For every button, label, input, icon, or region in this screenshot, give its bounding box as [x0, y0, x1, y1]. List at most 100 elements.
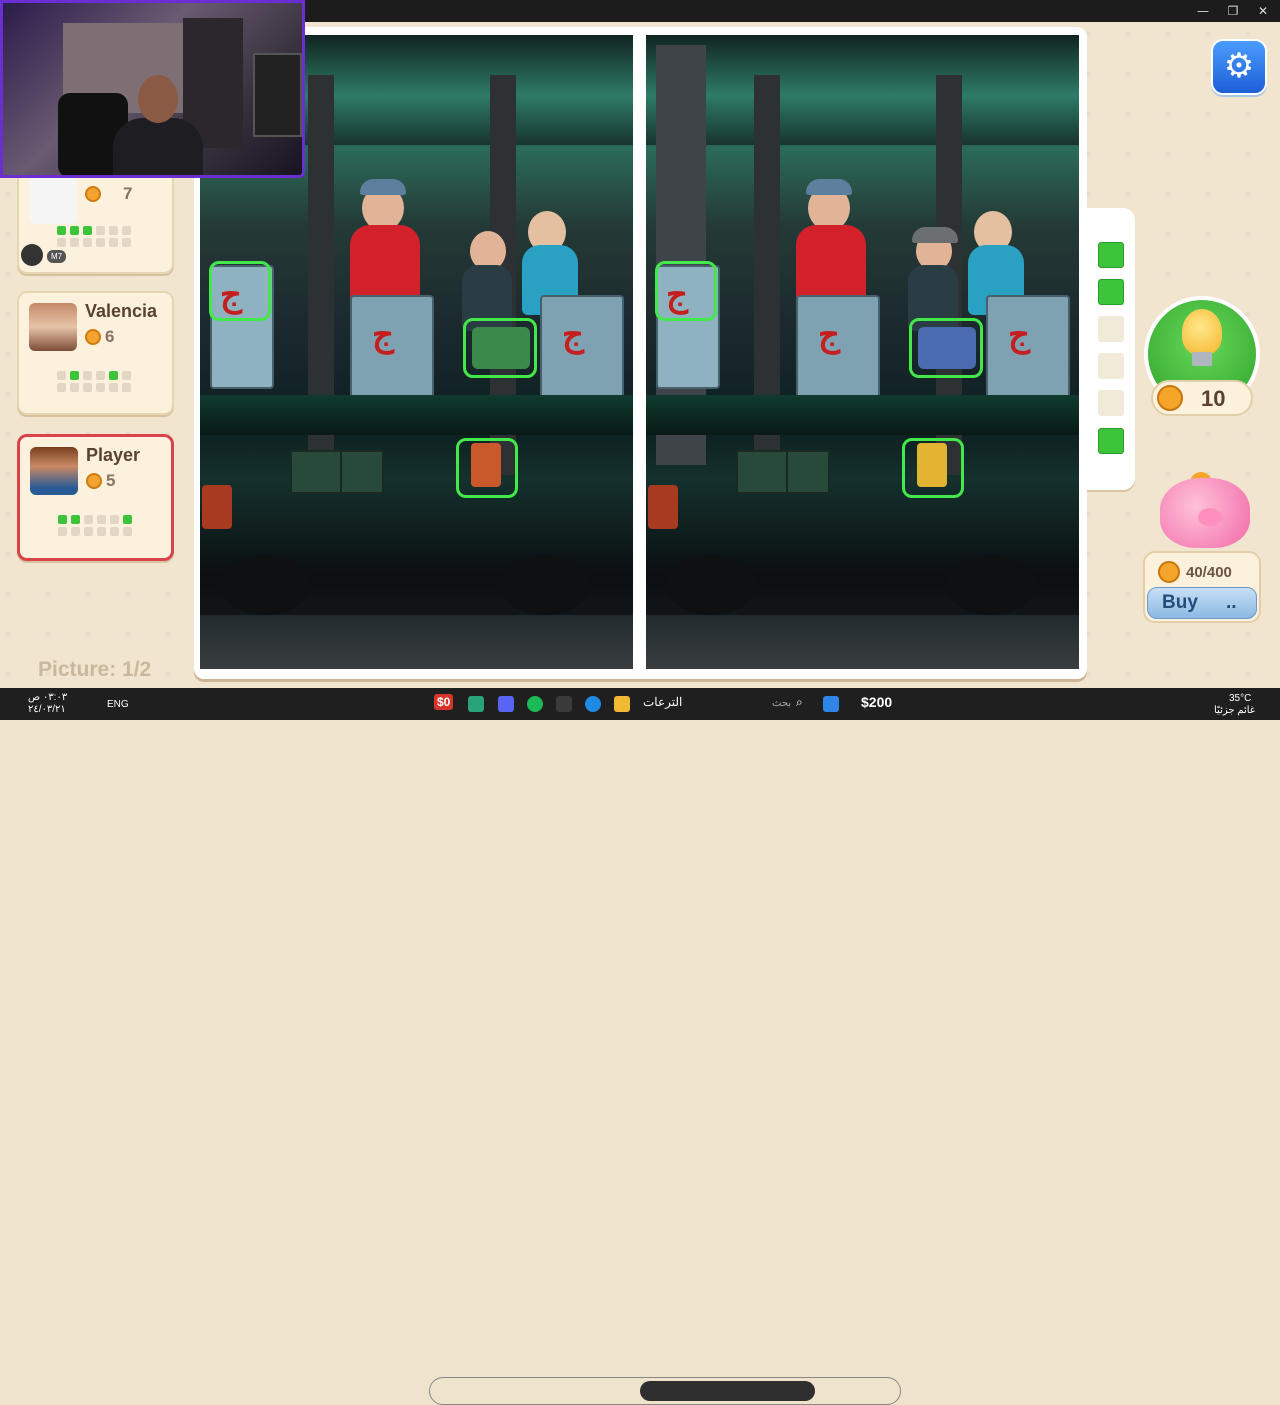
progress-dot: [57, 383, 66, 392]
avatar: [30, 447, 78, 495]
taskbar: ٠٣:٠٣ ص ٢٤/٠٣/٢١ ENG $0 الترعات بحث ⌕ $2…: [0, 688, 1280, 1405]
wheel: [666, 555, 756, 615]
progress-dot: [83, 371, 92, 380]
tiki-mask: [648, 485, 678, 529]
hint-count: 10: [1201, 386, 1226, 411]
tiki-mask: [202, 485, 232, 529]
progress-dot: [70, 371, 79, 380]
profile-tag: M7: [47, 250, 67, 263]
progress-dot: [123, 527, 132, 536]
minimize-button[interactable]: —: [1188, 2, 1218, 20]
found-difference-marker: [909, 318, 983, 378]
progress-slot: [1098, 390, 1124, 416]
store-icon[interactable]: [556, 696, 572, 712]
cap: [360, 179, 406, 195]
clock-time: ٠٣:٠٣ ص: [28, 692, 68, 703]
app-icon[interactable]: [468, 696, 484, 712]
progress-dot: [83, 226, 92, 235]
found-difference-marker: [209, 261, 271, 321]
progress-dot: [122, 383, 131, 392]
progress-dot: [71, 515, 80, 524]
progress-dot: [123, 515, 132, 524]
edge-icon[interactable]: [585, 696, 601, 712]
found-difference-marker: [456, 438, 518, 498]
progress-dot: [96, 371, 105, 380]
progress-dot: [110, 527, 119, 536]
avatar: [29, 176, 77, 224]
profile-tag-icon: [21, 244, 43, 266]
folder-icon[interactable]: [614, 696, 630, 712]
progress-dot: [97, 527, 106, 536]
progress-slot: [1098, 428, 1124, 454]
progress-dot: [96, 238, 105, 247]
taskbar-search[interactable]: [640, 1381, 815, 1401]
medal-icon: [86, 473, 102, 489]
webcam-monitor: [253, 53, 302, 137]
person-red-shirt: [796, 225, 866, 305]
buy-label: Buy: [1162, 592, 1198, 613]
differences-progress: [1087, 208, 1135, 490]
progress-dot: [83, 238, 92, 247]
progress-dot: [96, 383, 105, 392]
progress-dot: [96, 226, 105, 235]
webcam-overlay: [0, 0, 305, 178]
progress-slot: [1098, 353, 1124, 379]
avatar: [29, 303, 77, 351]
medal-icon: [85, 329, 101, 345]
wheel: [220, 555, 310, 615]
ground: [646, 615, 1079, 669]
spotify-icon[interactable]: [527, 696, 543, 712]
progress-dot: [84, 515, 93, 524]
language-indicator[interactable]: ENG: [107, 699, 129, 710]
progress-dot: [122, 226, 131, 235]
discord-icon[interactable]: [498, 696, 514, 712]
cap: [912, 227, 958, 243]
progress-dot: [110, 515, 119, 524]
progress-slot: [1098, 316, 1124, 342]
machine: [340, 450, 384, 494]
player-score: 5: [106, 471, 116, 490]
progress-dot: [70, 238, 79, 247]
balance-widget[interactable]: $200: [861, 694, 892, 710]
player-name: Player: [86, 445, 141, 465]
weather-desc: غائم جزئيًا: [1214, 705, 1256, 716]
webcam-person-head: [138, 75, 178, 123]
search-icon: ⌕: [796, 695, 803, 709]
found-difference-marker: [902, 438, 964, 498]
progress-dot: [97, 515, 106, 524]
progress-dot: [109, 238, 118, 247]
progress-dot: [122, 371, 131, 380]
close-button[interactable]: ✕: [1248, 2, 1278, 20]
progress-dot: [109, 226, 118, 235]
player-score: 6: [105, 327, 115, 346]
progress-dot: [109, 371, 118, 380]
flame-decal: ﺝ: [562, 316, 584, 354]
buy-dots: ..: [1226, 592, 1237, 613]
badge-app[interactable]: $0: [434, 694, 454, 710]
windows-start-icon[interactable]: [823, 696, 839, 712]
progress-dot: [57, 238, 66, 247]
progress-dot: [109, 383, 118, 392]
maximize-button[interactable]: ❐: [1218, 2, 1248, 20]
clock-date: ٢٤/٠٣/٢١: [28, 704, 66, 715]
flame-decal: ﺝ: [818, 316, 840, 354]
person-red-shirt: [350, 225, 420, 305]
flame-decal: ﺝ: [372, 316, 394, 354]
progress-dot: [70, 383, 79, 392]
gear-icon: ⚙: [1223, 47, 1255, 85]
player-card-valencia: Valencia 6: [17, 291, 174, 415]
coin-icon: [1158, 561, 1180, 583]
coin-icon: [1157, 385, 1183, 411]
photo-right[interactable]: ﺝ ﺝ ﺝ: [646, 35, 1079, 669]
picture-counter: Picture: 1/2: [38, 658, 152, 681]
photo-divider: [634, 35, 646, 669]
progress-dots: [57, 371, 131, 392]
piggy-snout: [1198, 508, 1222, 526]
platform: [646, 395, 1079, 435]
settings-button[interactable]: ⚙: [1211, 39, 1267, 95]
platform: [200, 395, 633, 435]
progress-dot: [84, 527, 93, 536]
progress-slot: [1098, 279, 1124, 305]
lightbulb-base: [1192, 352, 1212, 366]
progress-dot: [57, 226, 66, 235]
